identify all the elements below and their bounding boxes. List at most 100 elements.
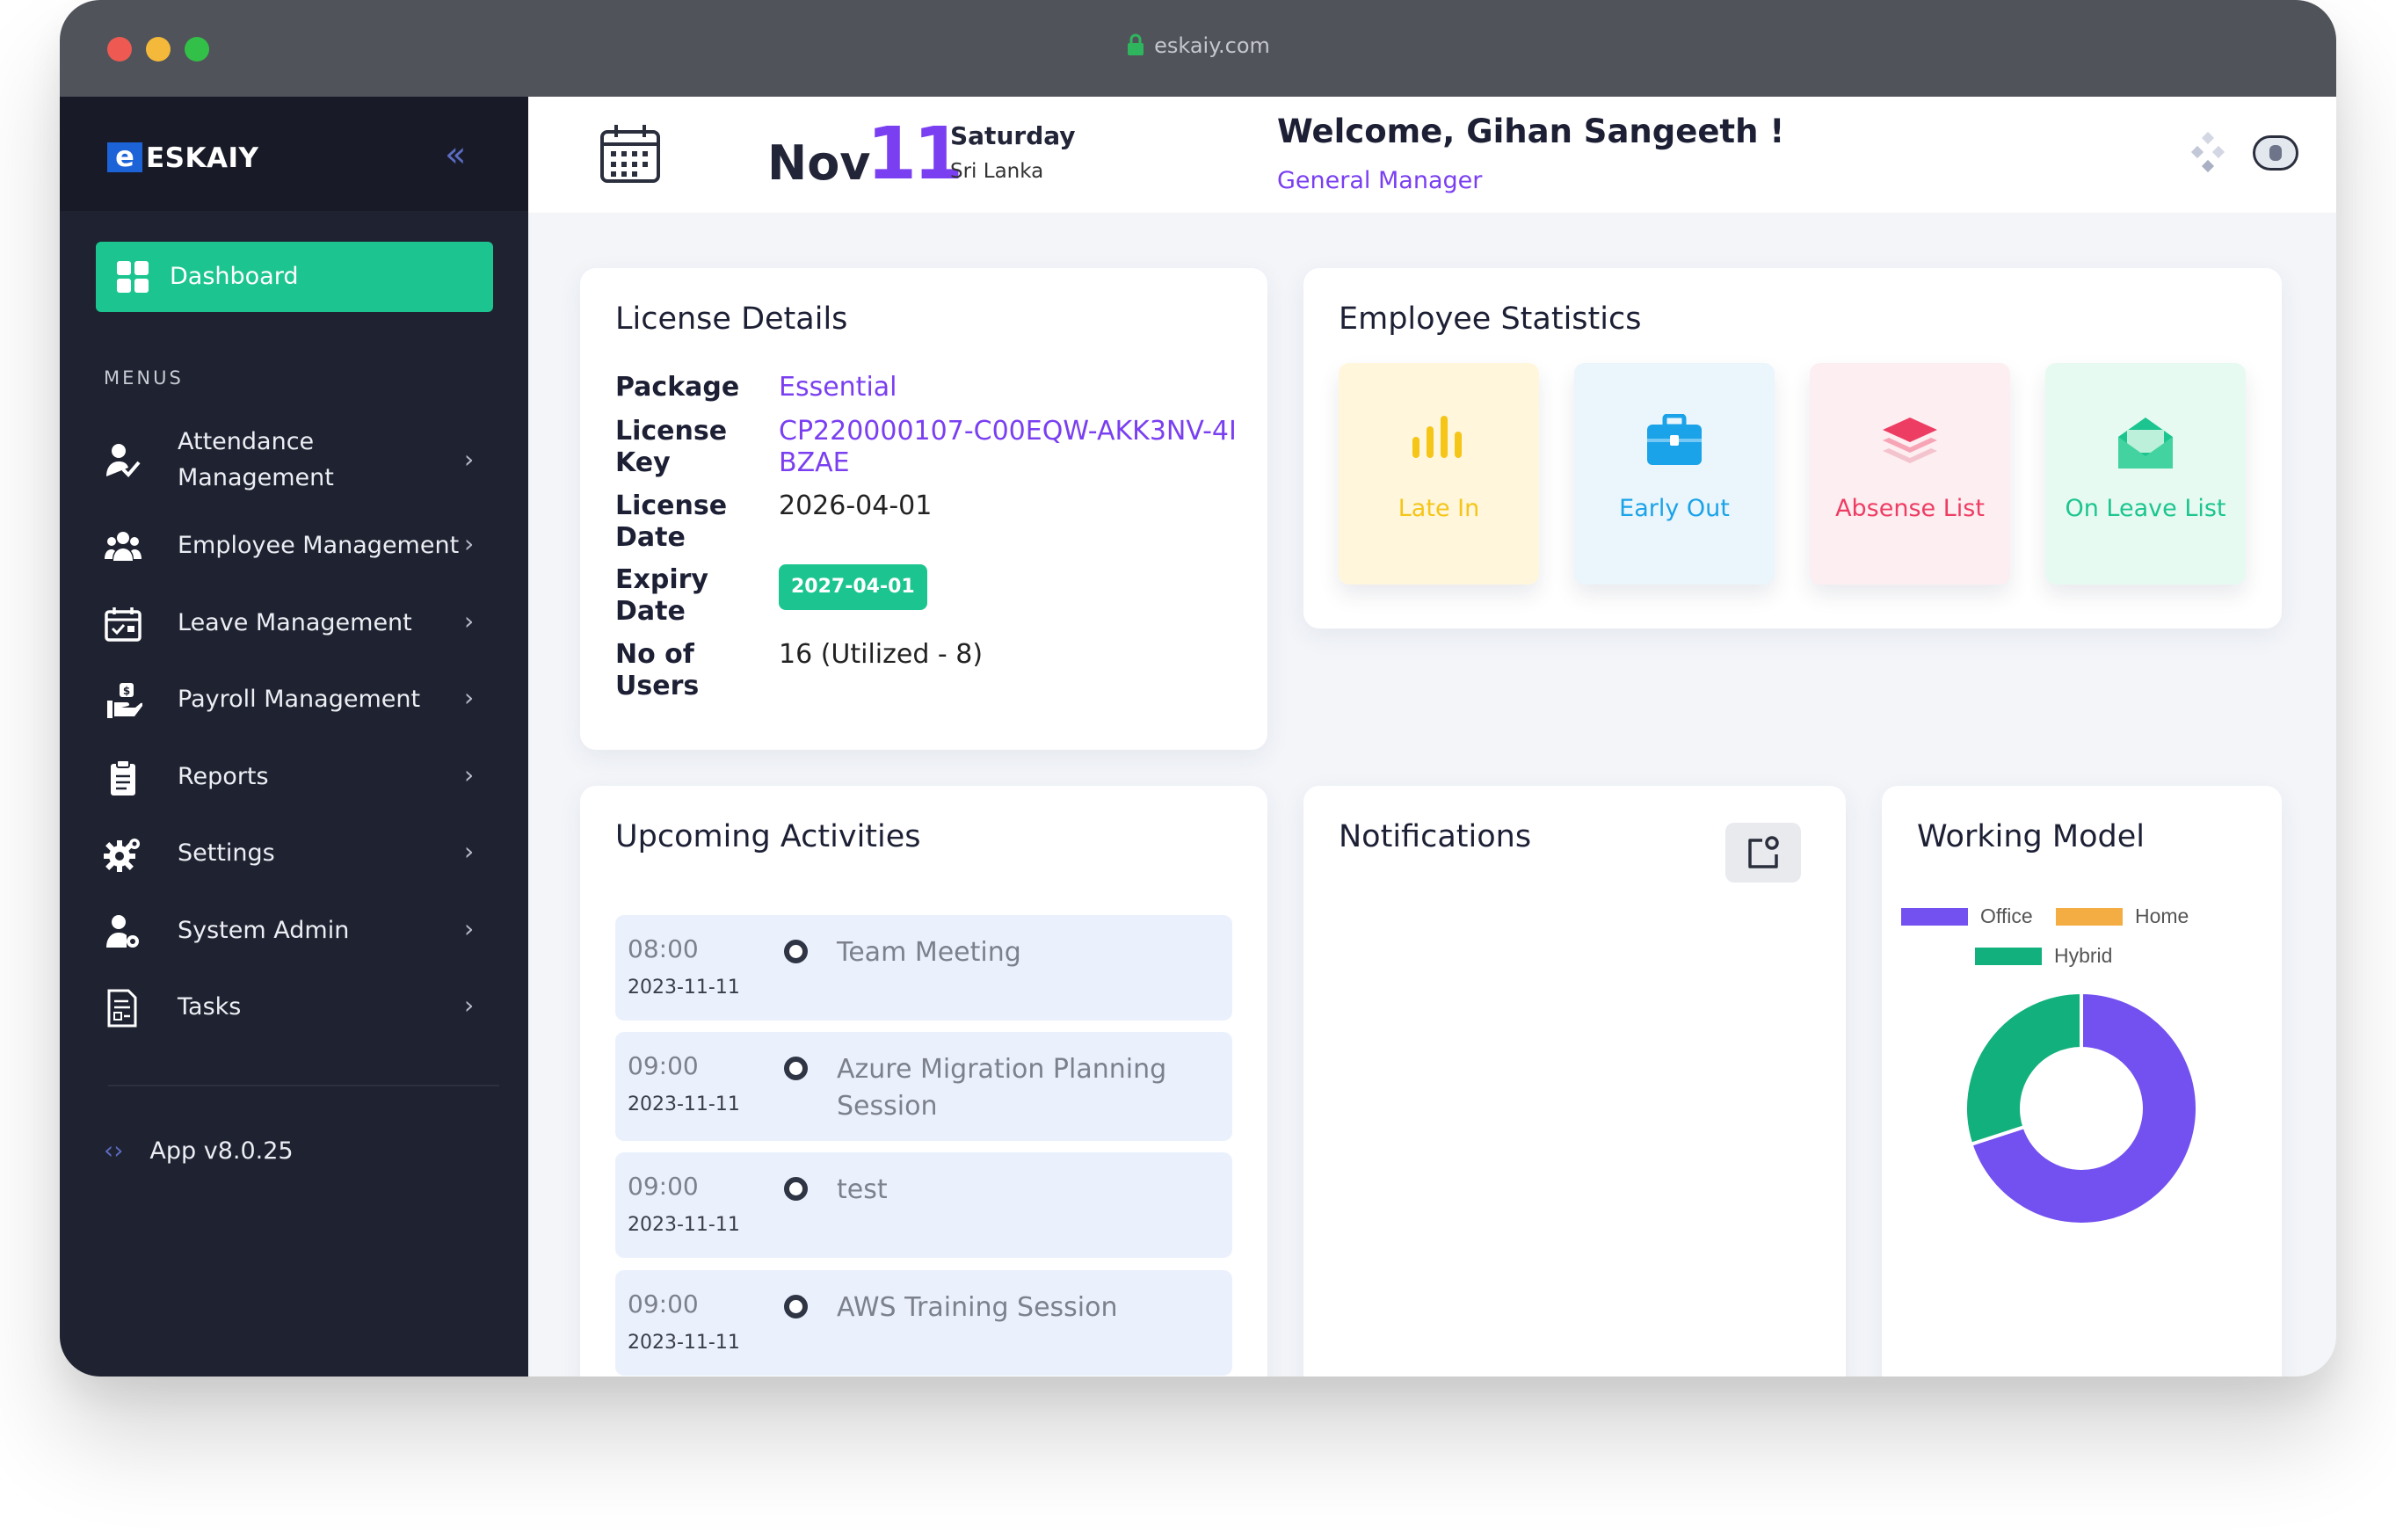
working-model-card: Working Model Office Home Hybrid: [1882, 786, 2282, 1377]
sidebar-item-label: Reports: [178, 763, 269, 790]
sidebar-item-label: Leave Management: [178, 609, 412, 636]
user-avatar[interactable]: [2253, 135, 2298, 171]
card-title: Employee Statistics: [1339, 301, 1642, 337]
upcoming-activities-card: Upcoming Activities 08:00 2023-11-11 Tea…: [580, 786, 1267, 1377]
user-role: General Manager: [1277, 167, 1483, 194]
sidebar-item-settings[interactable]: Settings ›: [104, 835, 499, 874]
version-text: App v8.0.25: [149, 1137, 294, 1165]
sidebar-item-label: Employee Management: [178, 532, 460, 559]
date-day: 11: [867, 113, 963, 196]
activity-time: 08:00: [628, 934, 699, 963]
admin-user-icon: [106, 915, 139, 948]
logo-row: e ESKAIY «: [60, 97, 528, 211]
license-row-key: Expiry Date: [615, 564, 708, 627]
activity-item[interactable]: 09:00 2023-11-11 Azure Migration Plannin…: [615, 1032, 1232, 1141]
browser-window: eskaiy.com e ESKAIY « Dashboard MENUS At…: [60, 0, 2336, 1377]
activity-title: AWS Training Session: [837, 1292, 1118, 1323]
welcome-message: Welcome, Gihan Sangeeth !: [1277, 113, 1785, 150]
url-text: eskaiy.com: [1154, 33, 1270, 58]
activity-item[interactable]: 08:00 2023-11-11 Team Meeting: [615, 915, 1232, 1021]
donut-slice-hybrid[interactable]: [1964, 990, 2083, 1147]
stat-tile-on-leave-list[interactable]: On Leave List: [2045, 363, 2246, 585]
chevron-right-icon: ›: [464, 445, 475, 474]
sidebar-item-payroll[interactable]: $ Payroll Management ›: [104, 681, 499, 720]
activity-date: 2023-11-11: [628, 1214, 740, 1236]
activity-time: 09:00: [628, 1289, 699, 1318]
leave-calendar-icon: [105, 607, 142, 642]
activity-title: Team Meeting: [837, 937, 1021, 968]
chevron-right-icon: ›: [464, 529, 475, 558]
license-details-card: License Details Package Essential Licens…: [580, 268, 1267, 750]
legend-swatch: [2056, 908, 2123, 926]
chevron-right-icon: ›: [464, 760, 475, 789]
license-row-key: License Date: [615, 490, 728, 553]
sidebar-item-employees[interactable]: Employee Management ›: [104, 527, 499, 566]
date-month: Nov: [767, 135, 871, 191]
legend-item-office[interactable]: Office: [1901, 904, 2033, 928]
stat-tile-label: Absense List: [1835, 495, 1985, 522]
notifications-card: Notifications: [1303, 786, 1846, 1377]
activity-date: 2023-11-11: [628, 1093, 740, 1115]
sidebar-item-system-admin[interactable]: System Admin ›: [104, 912, 499, 951]
activity-title: Azure Migration Planning Session: [837, 1054, 1167, 1122]
bar-chart-icon: [1339, 414, 1539, 463]
stat-tile-label: On Leave List: [2065, 495, 2226, 522]
stat-tile-late-in[interactable]: Late In: [1339, 363, 1539, 585]
sidebar-item-label: Tasks: [178, 993, 242, 1021]
top-header: Nov 11 Saturday Sri Lanka Welcome, Gihan…: [528, 97, 2336, 213]
sidebar-item-label: Settings: [178, 839, 275, 867]
sidebar-item-tasks[interactable]: Tasks ›: [104, 989, 499, 1028]
gear-icon: [104, 839, 140, 872]
chevron-right-icon: ›: [464, 607, 475, 636]
apps-diamond-icon[interactable]: [2189, 132, 2226, 172]
sidebar-divider: [108, 1085, 499, 1086]
legend-label: Hybrid: [2054, 944, 2113, 967]
calendar-icon: [600, 125, 660, 183]
sidebar-item-attendance[interactable]: Attendance Management ›: [104, 424, 499, 498]
grid-icon: [117, 261, 149, 293]
license-row-value: 2026-04-01: [779, 490, 933, 521]
sidebar-item-reports[interactable]: Reports ›: [104, 759, 499, 797]
legend-label: Office: [1980, 904, 2033, 927]
activity-date: 2023-11-11: [628, 977, 740, 999]
timeline-dot-icon: [784, 1057, 808, 1080]
sidebar-item-leave[interactable]: Leave Management ›: [104, 605, 499, 643]
activity-title: test: [837, 1174, 888, 1205]
license-row-value: Essential: [779, 372, 897, 403]
activity-time: 09:00: [628, 1172, 699, 1201]
sidebar: e ESKAIY « Dashboard MENUS Attendance Ma…: [60, 97, 528, 1377]
collapse-sidebar-icon[interactable]: «: [445, 137, 466, 172]
license-row-key: License Key: [615, 416, 728, 478]
chevron-right-icon: ›: [464, 683, 475, 712]
svg-text:$: $: [123, 685, 130, 697]
license-row-key: No of Users: [615, 639, 700, 701]
legend-swatch: [1975, 948, 2042, 965]
activity-item[interactable]: 09:00 2023-11-11 AWS Training Session: [615, 1270, 1232, 1376]
location-country: Sri Lanka: [950, 160, 1044, 183]
license-row-value-wrap: 2027-04-01: [779, 564, 1245, 610]
chevron-right-icon: ›: [464, 837, 475, 866]
stat-tile-early-out[interactable]: Early Out: [1574, 363, 1775, 585]
card-title: Notifications: [1339, 819, 1532, 854]
activity-item[interactable]: 09:00 2023-11-11 test: [615, 1152, 1232, 1258]
legend-swatch: [1901, 908, 1968, 926]
notifications-button[interactable]: [1725, 823, 1801, 883]
employee-statistics-card: Employee Statistics Late In Early Out Ab…: [1303, 268, 2282, 628]
license-row-value: CP220000107-C00EQW-AKK3NV-4IBZAE: [779, 416, 1237, 478]
stat-tile-absense-list[interactable]: Absense List: [1810, 363, 2010, 585]
chevron-right-icon: ›: [464, 991, 475, 1020]
attendance-icon: [106, 444, 141, 477]
card-title: Working Model: [1917, 819, 2145, 854]
sidebar-item-label: System Admin: [178, 917, 350, 944]
legend-item-home[interactable]: Home: [2056, 904, 2189, 928]
tasks-icon: [107, 989, 137, 1028]
timeline-dot-icon: [784, 1295, 808, 1318]
briefcase-icon: [1574, 413, 1775, 472]
legend-item-hybrid[interactable]: Hybrid: [1975, 944, 2112, 968]
address-bar[interactable]: eskaiy.com: [60, 33, 2336, 58]
sidebar-item-dashboard[interactable]: Dashboard: [96, 242, 493, 312]
activity-time: 09:00: [628, 1051, 699, 1080]
payroll-icon: $: [107, 683, 142, 718]
logo-text: ESKAIY: [146, 142, 259, 174]
sidebar-item-label: Attendance Management: [178, 428, 334, 491]
